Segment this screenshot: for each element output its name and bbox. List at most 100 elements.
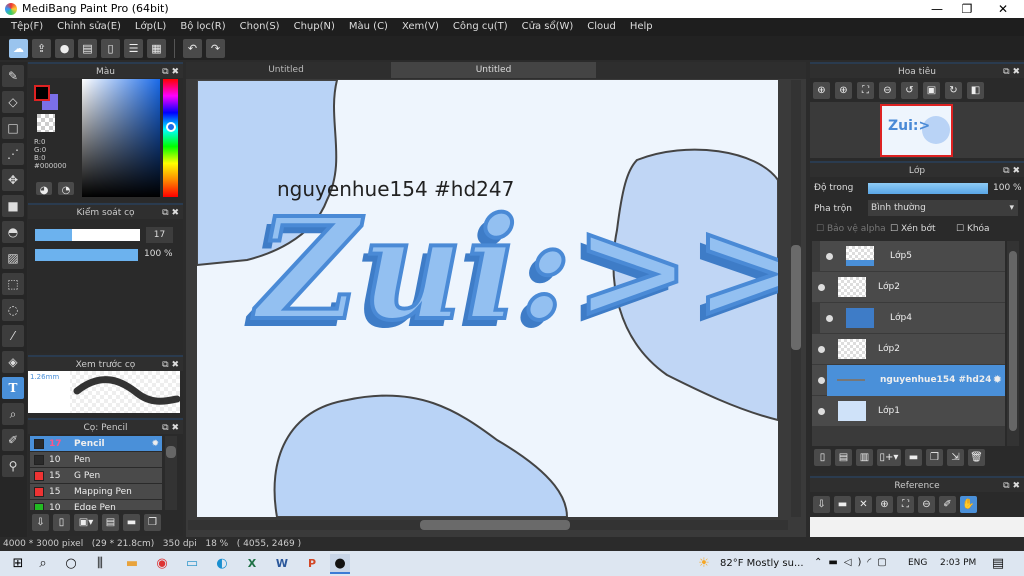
menu-color[interactable]: Màu (C) bbox=[342, 18, 395, 36]
add-layer-dropdown-icon[interactable]: ▯+▾ bbox=[877, 449, 901, 466]
excel-icon[interactable]: X bbox=[242, 554, 262, 574]
menu-select[interactable]: Chọn(S) bbox=[233, 18, 287, 36]
layer-item-selected[interactable]: nguyenhue154 #hd247 ✹ bbox=[812, 365, 1005, 396]
new-8bit-layer-icon[interactable]: ▥ bbox=[856, 449, 873, 466]
reset-rotation-icon[interactable]: ▣ bbox=[923, 82, 940, 99]
visibility-icon[interactable] bbox=[818, 408, 825, 415]
bucket-tool-icon[interactable]: ◓ bbox=[2, 221, 24, 243]
visibility-icon[interactable] bbox=[826, 315, 833, 322]
tab-untitled-1[interactable]: Untitled bbox=[196, 62, 376, 78]
cloud-icon[interactable]: ☁ bbox=[9, 38, 28, 58]
hue-slider[interactable] bbox=[163, 79, 178, 197]
cortana-icon[interactable]: ○ bbox=[61, 554, 81, 574]
close-icon[interactable]: ⧉ ✖ bbox=[162, 205, 179, 221]
new-brush-icon[interactable]: ▯ bbox=[53, 514, 70, 531]
undo-icon[interactable]: ↶ bbox=[183, 38, 202, 58]
visibility-icon[interactable] bbox=[826, 253, 833, 260]
new-layer-icon[interactable]: ▯ bbox=[814, 449, 831, 466]
close-button[interactable]: ✕ bbox=[986, 0, 1020, 18]
primary-color-swatch[interactable] bbox=[34, 85, 50, 101]
dot-line-tool-icon[interactable]: ⋰ bbox=[2, 143, 24, 165]
brush-list-scrollbar[interactable] bbox=[165, 436, 177, 510]
new-halftone-layer-icon[interactable]: ▤ bbox=[835, 449, 852, 466]
computer-icon[interactable]: ▭ bbox=[182, 554, 202, 574]
palette-add-icon[interactable]: ◔ bbox=[58, 182, 74, 196]
brush-item-mapping-pen[interactable]: 15 Mapping Pen bbox=[30, 484, 162, 500]
close-icon[interactable]: ⧉ ✖ bbox=[1003, 478, 1020, 494]
share-icon[interactable]: ⇪ bbox=[32, 38, 51, 58]
horizontal-scrollbar[interactable] bbox=[188, 520, 788, 530]
layer-item[interactable]: Lớp2 bbox=[812, 272, 1005, 303]
close-reference-icon[interactable]: ✕ bbox=[855, 496, 872, 513]
saturation-value-picker[interactable] bbox=[82, 79, 160, 197]
menu-snap[interactable]: Chụp(N) bbox=[287, 18, 342, 36]
brush-item-g-pen[interactable]: 15 G Pen bbox=[30, 468, 162, 484]
cloud-download-icon[interactable]: ⇩ bbox=[32, 514, 49, 531]
merge-layer-icon[interactable]: ⇲ bbox=[947, 449, 964, 466]
menu-cloud[interactable]: Cloud bbox=[580, 18, 623, 36]
weather-text[interactable]: 82°F Mostly su... bbox=[720, 558, 804, 569]
navigator-thumbnail[interactable]: Zui:> bbox=[880, 104, 953, 157]
eyedropper-icon[interactable]: ✐ bbox=[939, 496, 956, 513]
brush-tool-icon[interactable]: ✎ bbox=[2, 65, 24, 87]
close-icon[interactable]: ⧉ ✖ bbox=[1003, 163, 1020, 179]
notification-icon[interactable]: ▤ bbox=[988, 554, 1008, 574]
menu-edit[interactable]: Chỉnh sửa(E) bbox=[50, 18, 128, 36]
page-icon[interactable]: ▯ bbox=[101, 38, 120, 58]
layer-item[interactable]: Lớp4 bbox=[820, 303, 1005, 334]
layer-item[interactable]: Lớp2 bbox=[812, 334, 1005, 365]
layer-item[interactable]: Lớp5 bbox=[820, 241, 1005, 272]
layer-item[interactable]: Lớp1 bbox=[812, 396, 1005, 427]
app-icon[interactable]: ◉ bbox=[152, 554, 172, 574]
comment-icon[interactable]: ● bbox=[55, 38, 74, 58]
zoom-out-icon[interactable]: ⊖ bbox=[918, 496, 935, 513]
search-icon[interactable]: ⌕ bbox=[33, 554, 53, 574]
menu-window[interactable]: Cửa sổ(W) bbox=[515, 18, 581, 36]
brush-item-edge-pen[interactable]: 10 Edge Pen bbox=[30, 500, 162, 510]
select-eraser-tool-icon[interactable]: ◈ bbox=[2, 351, 24, 373]
brush-settings-icon[interactable]: ▤ bbox=[102, 514, 119, 531]
zoom-actual-icon[interactable]: ⊕ bbox=[813, 82, 830, 99]
move-tool-icon[interactable]: ✥ bbox=[2, 169, 24, 191]
gear-icon[interactable]: ✹ bbox=[993, 373, 1002, 386]
task-view-icon[interactable]: ⫼ bbox=[90, 554, 110, 574]
menu-layer[interactable]: Lớp(L) bbox=[128, 18, 173, 36]
grid-icon[interactable]: ▦ bbox=[147, 38, 166, 58]
menu-help[interactable]: Help bbox=[623, 18, 660, 36]
zoom-out-icon[interactable]: ⊖ bbox=[879, 82, 896, 99]
maximize-button[interactable]: ❐ bbox=[950, 0, 984, 18]
fill-rect-tool-icon[interactable]: ■ bbox=[2, 195, 24, 217]
layer-scrollbar[interactable] bbox=[1007, 241, 1019, 446]
rotate-right-icon[interactable]: ↻ bbox=[945, 82, 962, 99]
minimize-button[interactable]: — bbox=[920, 0, 954, 18]
gear-icon[interactable]: ✹ bbox=[151, 436, 159, 452]
close-icon[interactable]: ⧉ ✖ bbox=[1003, 64, 1020, 80]
folder-icon[interactable]: ▬ bbox=[905, 449, 922, 466]
pen-tool-icon[interactable]: ✐ bbox=[2, 429, 24, 451]
transparent-swatch[interactable] bbox=[37, 114, 55, 132]
fit-icon[interactable]: ⛶ bbox=[897, 496, 914, 513]
edge-icon[interactable]: ◐ bbox=[212, 554, 232, 574]
layer-opacity-slider[interactable] bbox=[868, 183, 988, 194]
text-tool-icon[interactable]: T bbox=[2, 377, 24, 399]
eyedropper-tool-icon[interactable]: ⚲ bbox=[2, 455, 24, 477]
visibility-icon[interactable] bbox=[818, 377, 825, 384]
eraser-tool-icon[interactable]: ◇ bbox=[2, 91, 24, 113]
select-tool-icon[interactable]: ⬚ bbox=[2, 273, 24, 295]
brush-size-input[interactable]: 17 bbox=[146, 227, 173, 243]
menu-tools[interactable]: Công cụ(T) bbox=[446, 18, 515, 36]
menu-file[interactable]: Tệp(F) bbox=[4, 18, 50, 36]
clock[interactable]: 2:03 PM bbox=[940, 558, 976, 568]
rotate-left-icon[interactable]: ↺ bbox=[901, 82, 918, 99]
blend-mode-select[interactable]: Bình thường ▾ bbox=[868, 200, 1018, 216]
chat-icon[interactable]: ▤ bbox=[78, 38, 97, 58]
palette-icon[interactable]: ◕ bbox=[36, 182, 52, 196]
duplicate-layer-icon[interactable]: ❐ bbox=[926, 449, 943, 466]
visibility-icon[interactable] bbox=[818, 346, 825, 353]
flip-icon[interactable]: ◧ bbox=[967, 82, 984, 99]
weather-icon[interactable]: ☀ bbox=[694, 554, 714, 574]
file-explorer-icon[interactable]: ▬ bbox=[122, 554, 142, 574]
brush-item-pencil[interactable]: 17 Pencil ✹ bbox=[30, 436, 162, 452]
zoom-in-icon[interactable]: ⊕ bbox=[876, 496, 893, 513]
redo-icon[interactable]: ↷ bbox=[206, 38, 225, 58]
